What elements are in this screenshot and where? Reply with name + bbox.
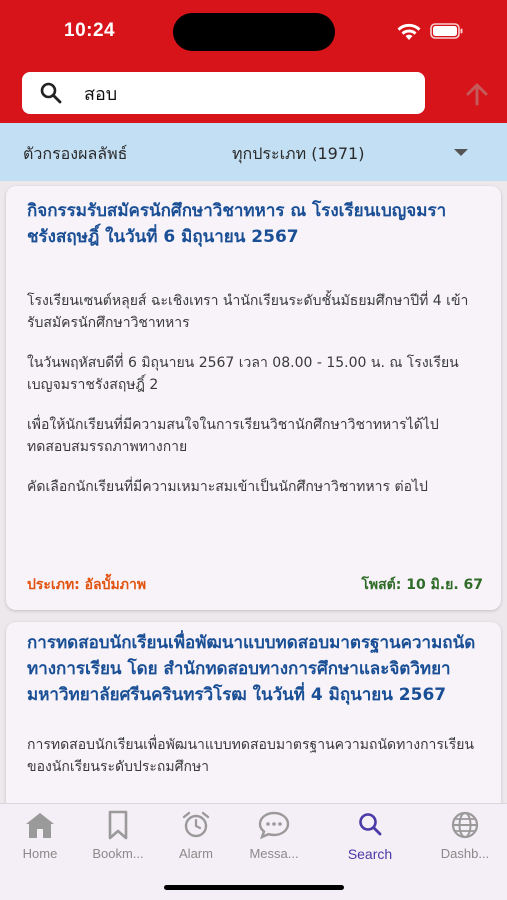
result-paragraph: คัดเลือกนักเรียนที่มีความเหมาะสมเข้าเป็น…: [27, 479, 428, 495]
bookmark-icon: [108, 810, 128, 840]
tab-label: Search: [347, 846, 393, 862]
dynamic-island: [173, 13, 335, 51]
status-bar: 10:24: [0, 0, 507, 62]
tab-label: Alarm: [179, 846, 213, 861]
tab-home[interactable]: Home: [0, 810, 80, 866]
tab-bookmarks[interactable]: Bookm...: [78, 810, 158, 866]
search-box[interactable]: [22, 72, 425, 114]
home-indicator[interactable]: [164, 885, 344, 890]
tab-label: Home: [22, 846, 58, 861]
tab-search[interactable]: Search: [330, 810, 410, 866]
result-paragraph: เพื่อให้นักเรียนที่มีความสนใจในการเรียนว…: [27, 417, 439, 455]
result-paragraph: การทดสอบนักเรียนเพื่อพัฒนาแบบทดสอบมาตรฐา…: [27, 737, 475, 775]
globe-icon: [451, 811, 479, 839]
result-card[interactable]: การทดสอบนักเรียนเพื่อพัฒนาแบบทดสอบมาตรฐา…: [6, 622, 501, 803]
tab-label: Dashb...: [440, 846, 490, 861]
wifi-icon: [397, 23, 421, 40]
result-posted-date: โพสต์: 10 มิ.ย. 67: [361, 577, 483, 593]
filter-dropdown[interactable]: ทุกประเภท (1971): [232, 142, 364, 167]
alarm-icon: [182, 811, 210, 838]
result-title[interactable]: กิจกรรมรับสมัครนักศึกษาวิชาทหาร ณ โรงเรี…: [27, 198, 477, 250]
tab-alarm[interactable]: Alarm: [156, 810, 236, 866]
result-paragraph: ในวันพฤหัสบดีที่ 6 มิถุนายน 2567 เวลา 08…: [27, 355, 459, 393]
result-type: ประเภท: อัลบั้มภาพ: [27, 577, 147, 593]
caret-down-icon[interactable]: [454, 149, 468, 156]
search-icon: [359, 813, 382, 836]
result-body: โรงเรียนเซนต์หลุยส์ ฉะเชิงเทรา นำนักเรีย…: [27, 290, 477, 516]
search-input[interactable]: [84, 78, 414, 108]
status-time: 10:24: [64, 20, 116, 41]
message-icon: [258, 811, 290, 840]
tab-label: Messa...: [249, 846, 299, 861]
result-title[interactable]: การทดสอบนักเรียนเพื่อพัฒนาแบบทดสอบมาตรฐา…: [27, 630, 477, 708]
battery-icon: [430, 23, 463, 39]
search-icon: [40, 82, 62, 104]
tab-messages[interactable]: Messa...: [234, 810, 314, 866]
result-body: การทดสอบนักเรียนเพื่อพัฒนาแบบทดสอบมาตรฐา…: [27, 734, 477, 796]
home-icon: [26, 813, 54, 838]
result-paragraph: โรงเรียนเซนต์หลุยส์ ฉะเชิงเทรา นำนักเรีย…: [27, 293, 469, 331]
tab-dashboard[interactable]: Dashb...: [425, 810, 505, 866]
results-list[interactable]: กิจกรรมรับสมัครนักศึกษาวิชาทหาร ณ โรงเรี…: [0, 181, 507, 803]
filter-label: ตัวกรองผลลัพธ์: [23, 144, 128, 163]
arrow-up-icon[interactable]: [464, 82, 490, 106]
tab-label: Bookm...: [92, 846, 144, 861]
app-header: 10:24: [0, 0, 507, 123]
result-card[interactable]: กิจกรรมรับสมัครนักศึกษาวิชาทหาร ณ โรงเรี…: [6, 186, 501, 610]
filter-bar: ตัวกรองผลลัพธ์ ทุกประเภท (1971): [0, 123, 507, 181]
